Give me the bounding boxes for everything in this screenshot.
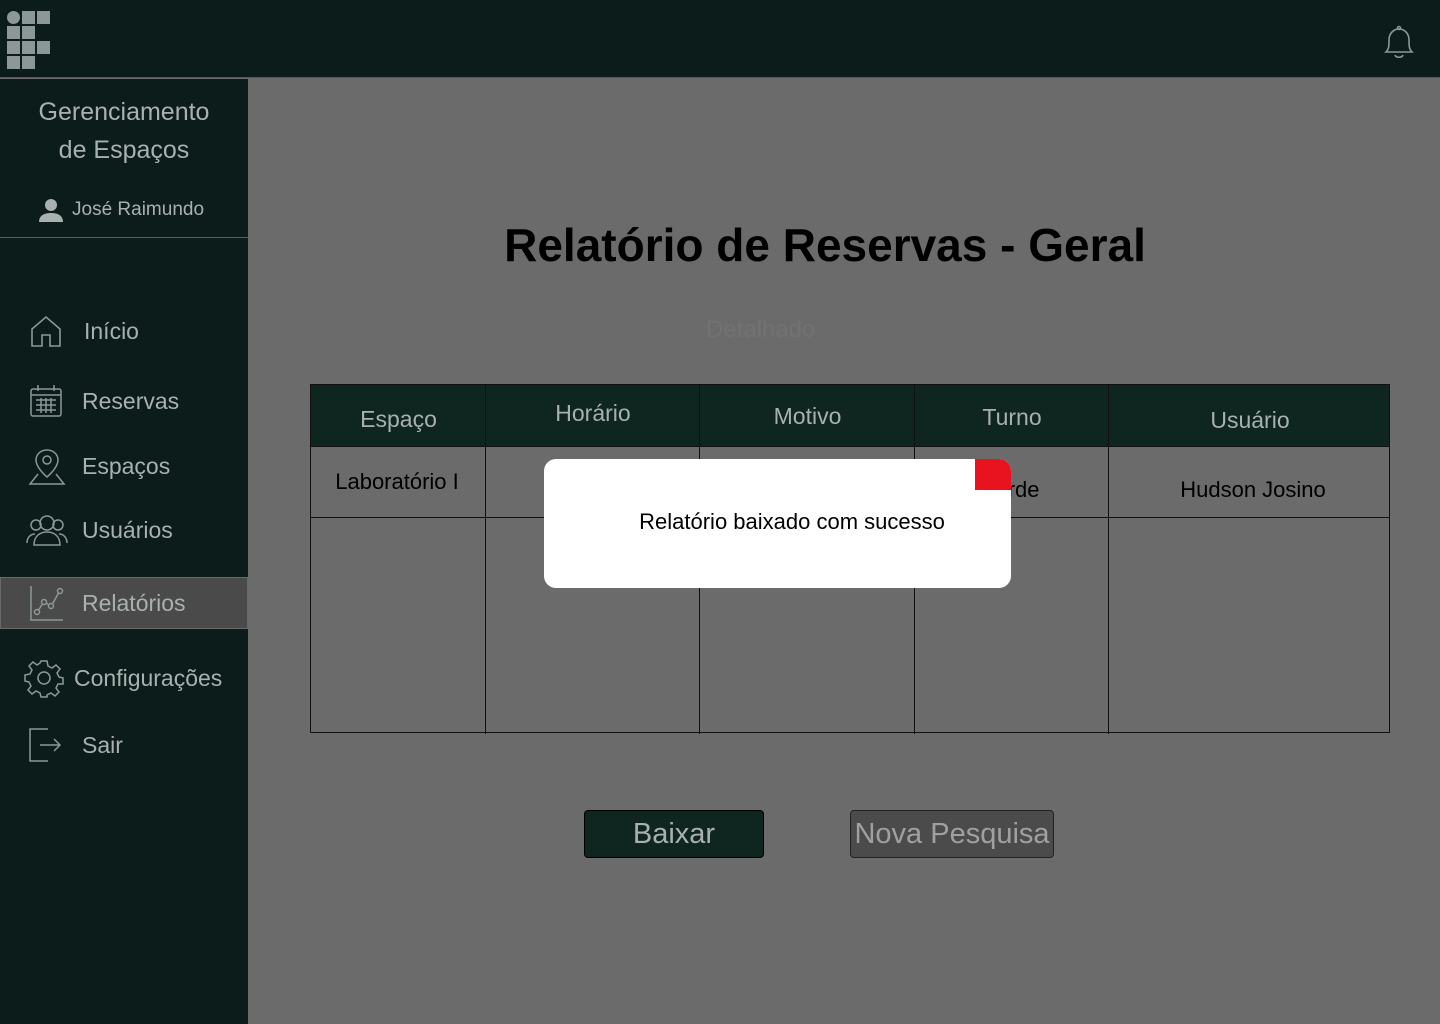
user-name: José Raimundo [72,199,205,220]
column-header-motivo: Motivo [773,402,842,429]
top-bar [0,0,1440,78]
dialog-message: Relatório baixado com sucesso [639,509,945,534]
sidebar-divider [0,237,248,238]
sidebar-item-label: Relatórios [82,589,186,616]
column-header-espaco: Espaço [360,405,437,432]
sidebar-item-label: Configurações [74,664,223,691]
gear-icon [24,660,64,698]
new-search-button[interactable]: Nova Pesquisa [850,810,1054,858]
column-header-horario: Horário [555,399,631,426]
sidebar-item-reservas[interactable]: Reservas [0,375,248,427]
column-header-usuario: Usuário [1210,406,1290,433]
download-button[interactable]: Baixar [584,810,764,858]
sidebar-item-usuarios[interactable]: Usuários [0,504,248,556]
sidebar-item-espacos[interactable]: Espaços [0,440,248,492]
sidebar-item-label: Sair [82,731,123,758]
table-cell-usuario: Hudson Josino [1180,477,1326,502]
column-divider [1108,385,1109,734]
brand-line-1: Gerenciamento [38,98,210,126]
sidebar-item-configuracoes[interactable]: Configurações [0,652,248,704]
bell-icon[interactable] [1380,24,1418,62]
sidebar-item-label: Usuários [82,516,173,543]
user-profile[interactable]: José Raimundo [38,195,204,225]
page-subtitle: Detalhado [706,316,816,343]
success-dialog: Relatório baixado com sucesso [544,459,1011,588]
chart-icon [30,586,64,621]
sidebar-item-sair[interactable]: Sair [0,719,248,771]
institute-logo-icon[interactable] [6,10,52,70]
logout-icon [29,728,62,762]
users-icon [26,515,68,546]
calendar-icon [30,385,62,417]
column-header-turno: Turno [982,403,1042,430]
table-header: Espaço Horário Motivo Turno Usuário [311,385,1389,447]
user-icon [39,199,63,222]
page-title: Relatório de Reservas - Geral [504,219,1146,271]
column-divider [485,385,486,734]
sidebar-item-label: Reservas [82,387,180,414]
table-cell-espaco: Laboratório I [335,469,459,494]
home-icon [31,315,61,347]
sidebar-item-label: Início [84,317,139,344]
sidebar: Gerenciamento de Espaços José Raimundo I… [0,79,248,1024]
location-pin-icon [28,449,66,485]
brand-line-2: de Espaços [58,136,190,164]
sidebar-item-label: Espaços [82,452,171,479]
close-button[interactable] [975,459,1011,490]
sidebar-item-relatorios[interactable]: Relatórios [0,577,248,629]
sidebar-item-inicio[interactable]: Início [0,305,248,357]
app-brand: Gerenciamento de Espaços [0,93,248,169]
